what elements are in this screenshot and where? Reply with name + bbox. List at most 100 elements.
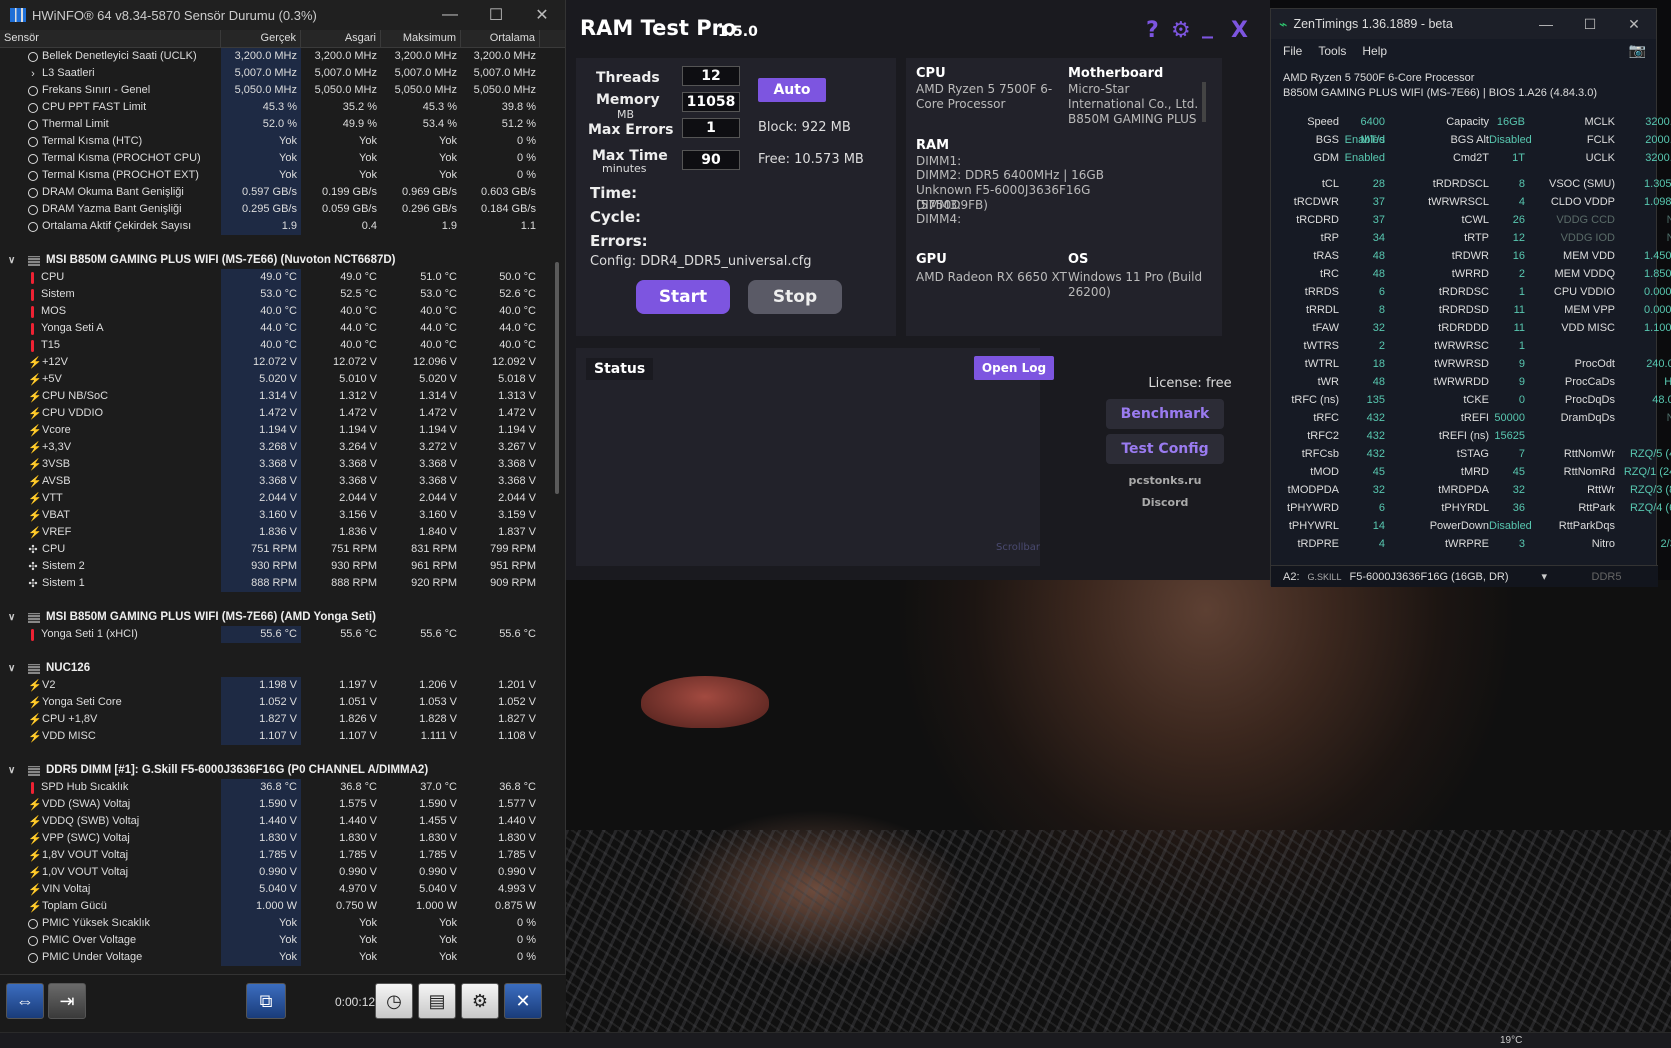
sensor-row[interactable]: ⚡ +3,3V 3.268 V 3.264 V 3.272 V 3.267 V xyxy=(0,439,556,456)
sensor-row[interactable]: ⚡ V2 1.198 V 1.197 V 1.206 V 1.201 V xyxy=(0,677,556,694)
sensor-row[interactable]: Ortalama Aktif Çekirdek Sayısı 1.9 0.4 1.9 1… xyxy=(0,218,556,235)
sensor-row[interactable]: ⚡ Vcore 1.194 V 1.194 V 1.194 V 1.194 V xyxy=(0,422,556,439)
expand-arrows-icon[interactable]: ⇔ xyxy=(6,983,44,1019)
minimize-icon[interactable]: — xyxy=(427,6,473,24)
sensor-row[interactable]: PMIC Over Voltage Yok Yok Yok 0 % xyxy=(0,932,556,949)
chevron-down-icon[interactable]: ∨ xyxy=(8,252,22,269)
module-selector[interactable]: A2: G.SKILL F5-6000J3636F16G (16GB, DR) … xyxy=(1271,565,1658,587)
memory-input[interactable]: 11058 xyxy=(682,92,740,112)
sensor-row[interactable]: ⚡ +5V 5.020 V 5.010 V 5.020 V 5.018 V xyxy=(0,371,556,388)
sensor-group-header[interactable]: ∨ DDR5 DIMM [#1]: G.Skill F5-6000J3636F16… xyxy=(0,762,556,779)
sensor-row[interactable]: T15 40.0 °C 40.0 °C 40.0 °C 40.0 °C xyxy=(0,337,556,354)
benchmark-button[interactable]: Benchmark xyxy=(1106,399,1224,429)
sensor-group-header[interactable]: ∨ MSI B850M GAMING PLUS WIFI (MS-7E66) (N… xyxy=(0,252,556,269)
minimize-icon[interactable]: — xyxy=(1524,16,1568,32)
settings-gear-icon[interactable]: ⚙ xyxy=(461,983,499,1019)
minimize-icon[interactable]: _ xyxy=(1202,14,1213,39)
menu-file[interactable]: File xyxy=(1283,44,1302,58)
start-button[interactable]: Start xyxy=(636,280,730,314)
sensor-row[interactable]: ✣ CPU 751 RPM 751 RPM 831 RPM 799 RPM xyxy=(0,541,556,558)
sensor-row[interactable]: ⚡ 1,0V VOUT Voltaj 0.990 V 0.990 V 0.990 V 0.… xyxy=(0,864,556,881)
sensor-row[interactable]: ⚡ Yonga Seti Core 1.052 V 1.051 V 1.053 V 1.0… xyxy=(0,694,556,711)
test-config-button[interactable]: Test Config xyxy=(1106,434,1224,464)
sensor-row[interactable]: MOS 40.0 °C 40.0 °C 40.0 °C 40.0 °C xyxy=(0,303,556,320)
sensor-row[interactable]: DRAM Okuma Bant Genişliği 0.597 GB/s 0.199… xyxy=(0,184,556,201)
sensor-row[interactable]: DRAM Yazma Bant Genişliği 0.295 GB/s 0.059… xyxy=(0,201,556,218)
help-icon[interactable]: ? xyxy=(1146,18,1159,43)
sensor-row[interactable]: ⚡ VREF 1.836 V 1.836 V 1.840 V 1.837 V xyxy=(0,524,556,541)
col-sensor[interactable]: Sensör xyxy=(0,30,221,47)
close-icon[interactable]: ✕ xyxy=(1612,16,1656,33)
clock-reset-icon[interactable]: ◷ xyxy=(375,983,413,1019)
sensor-row[interactable]: ⚡ CPU VDDIO 1.472 V 1.472 V 1.472 V 1.472 V xyxy=(0,405,556,422)
col-current[interactable]: Gerçek xyxy=(221,30,301,47)
sensor-row[interactable]: ⚡ VDDQ (SWB) Voltaj 1.440 V 1.440 V 1.455 V1… xyxy=(0,813,556,830)
sensor-row[interactable]: ⚡ 3VSB 3.368 V 3.368 V 3.368 V 3.368 V xyxy=(0,456,556,473)
sensor-row[interactable]: ✣ Sistem 1 888 RPM 888 RPM 920 RPM 909 RPM xyxy=(0,575,556,592)
sensor-row[interactable]: Termal Kısma (PROCHOT CPU) Yok Yok Yok 0 % xyxy=(0,150,556,167)
sensor-row[interactable]: ✣ Sistem 2 930 RPM 930 RPM 961 RPM 951 RPM xyxy=(0,558,556,575)
col-max[interactable]: Maksimum xyxy=(381,30,461,47)
sensor-row[interactable]: CPU PPT FAST Limit 45.3 % 35.2 % 45.3 % 39.8… xyxy=(0,99,556,116)
menu-help[interactable]: Help xyxy=(1362,44,1387,58)
col-avg[interactable]: Ortalama xyxy=(461,30,540,47)
sensor-row[interactable]: SPD Hub Sıcaklık 36.8 °C 36.8 °C 37.0 °C 36.… xyxy=(0,779,556,796)
close-icon[interactable]: X xyxy=(1231,18,1248,43)
chevron-down-icon[interactable]: ∨ xyxy=(8,609,22,626)
zentimings-titlebar[interactable]: ⌁ ZenTimings 1.36.1889 - beta — ☐ ✕ xyxy=(1271,9,1656,39)
close-sensors-icon[interactable]: ✕ xyxy=(504,983,542,1019)
sensor-row[interactable]: Termal Kısma (HTC) Yok Yok Yok 0 % xyxy=(0,133,556,150)
threads-input[interactable]: 12 xyxy=(682,66,740,86)
sensor-row[interactable]: ⚡ CPU NB/SoC 1.314 V 1.312 V 1.314 V 1.313 V xyxy=(0,388,556,405)
maximize-icon[interactable]: ☐ xyxy=(1568,16,1612,33)
sensor-group-header[interactable]: ∨ MSI B850M GAMING PLUS WIFI (MS-7E66) (A… xyxy=(0,609,556,626)
auto-button[interactable]: Auto xyxy=(758,78,826,102)
sensor-row[interactable]: ⚡ CPU +1,8V 1.827 V 1.826 V 1.828 V 1.827 V xyxy=(0,711,556,728)
screenshot-camera-icon[interactable]: 📷 xyxy=(1629,42,1646,59)
col-min[interactable]: Asgari xyxy=(301,30,381,47)
sensor-row[interactable]: Yonga Seti 1 (xHCI) 55.6 °C 55.6 °C 55.6 °C… xyxy=(0,626,556,643)
network-monitor-icon[interactable]: ⧉ xyxy=(246,983,286,1019)
settings-gear-icon[interactable]: ⚙ xyxy=(1171,18,1191,43)
website-link[interactable]: pcstonks.ru xyxy=(1106,474,1224,487)
weather-temp[interactable]: 19°C xyxy=(1500,1035,1522,1046)
sensor-row[interactable]: ⚡ Toplam Gücü 1.000 W 0.750 W 1.000 W 0.875 W xyxy=(0,898,556,915)
chevron-down-icon[interactable]: ▾ xyxy=(1542,570,1592,583)
sensor-row[interactable]: CPU 49.0 °C 49.0 °C 51.0 °C 50.0 °C xyxy=(0,269,556,286)
hwinfo-sensor-list[interactable]: Bellek Denetleyici Saati (UCLK) 3,200.0 M… xyxy=(0,48,556,974)
add-log-icon[interactable]: ▤ xyxy=(418,983,456,1019)
sensor-row[interactable]: ⚡ 1,8V VOUT Voltaj 1.785 V 1.785 V 1.785 V 1.… xyxy=(0,847,556,864)
sensor-row[interactable]: Yonga Seti A 44.0 °C 44.0 °C 44.0 °C 44.0 °C xyxy=(0,320,556,337)
close-icon[interactable]: ✕ xyxy=(519,5,565,25)
maximize-icon[interactable]: ☐ xyxy=(473,5,519,25)
chevron-down-icon[interactable]: ∨ xyxy=(8,660,22,677)
sensor-row[interactable]: ⚡ VIN Voltaj 5.040 V 4.970 V 5.040 V 4.993 V xyxy=(0,881,556,898)
sensor-row[interactable]: ⚡ VBAT 3.160 V 3.156 V 3.160 V 3.159 V xyxy=(0,507,556,524)
sensor-row[interactable]: ⚡ VPP (SWC) Voltaj 1.830 V 1.830 V 1.830 V 1.… xyxy=(0,830,556,847)
collapse-arrows-icon[interactable]: ⇥ xyxy=(48,983,86,1019)
hwinfo-titlebar[interactable]: HWiNFO® 64 v8.34-5870 Sensör Durumu (0.3… xyxy=(0,0,565,30)
sensor-row[interactable]: Sistem 53.0 °C 52.5 °C 53.0 °C 52.6 °C xyxy=(0,286,556,303)
menu-tools[interactable]: Tools xyxy=(1318,44,1346,58)
stop-button[interactable]: Stop xyxy=(748,280,842,314)
sensor-row[interactable]: PMIC Under Voltage Yok Yok Yok 0 % xyxy=(0,949,556,966)
sensor-row[interactable]: Thermal Limit 52.0 % 49.9 % 53.4 % 51.2 % xyxy=(0,116,556,133)
sensor-row[interactable]: Termal Kısma (PROCHOT EXT) Yok Yok Yok 0 % xyxy=(0,167,556,184)
chevron-down-icon[interactable]: ∨ xyxy=(8,762,22,779)
sensor-row[interactable]: Bellek Denetleyici Saati (UCLK) 3,200.0 M… xyxy=(0,48,556,65)
sensor-row[interactable]: ⚡ VDD (SWA) Voltaj 1.590 V 1.575 V 1.590 V 1.… xyxy=(0,796,556,813)
hwinfo-scrollbar[interactable] xyxy=(555,262,559,494)
config-file[interactable]: Config: DDR4_DDR5_universal.cfg xyxy=(590,254,811,269)
scrollbar-label[interactable]: Scrollbar xyxy=(996,542,1040,553)
max-time-input[interactable]: 90 xyxy=(682,150,740,170)
open-log-button[interactable]: Open Log xyxy=(974,356,1054,380)
sensor-row[interactable]: ⚡ VTT 2.044 V 2.044 V 2.044 V 2.044 V xyxy=(0,490,556,507)
max-errors-input[interactable]: 1 xyxy=(682,118,740,138)
sensor-row[interactable]: ⚡ +12V 12.072 V 12.072 V 12.096 V 12.092 V xyxy=(0,354,556,371)
sensor-group-header[interactable]: ∨ NUC126 xyxy=(0,660,556,677)
sensor-row[interactable]: ⚡ AVSB 3.368 V 3.368 V 3.368 V 3.368 V xyxy=(0,473,556,490)
sensor-row[interactable]: › L3 Saatleri 5,007.0 MHz 5,007.0 MHz 5,007.… xyxy=(0,65,556,82)
sensor-row[interactable]: ⚡ VDD MISC 1.107 V 1.107 V 1.111 V 1.108 V xyxy=(0,728,556,745)
motherboard-scrollbar[interactable] xyxy=(1202,82,1206,122)
discord-link[interactable]: Discord xyxy=(1106,496,1224,509)
